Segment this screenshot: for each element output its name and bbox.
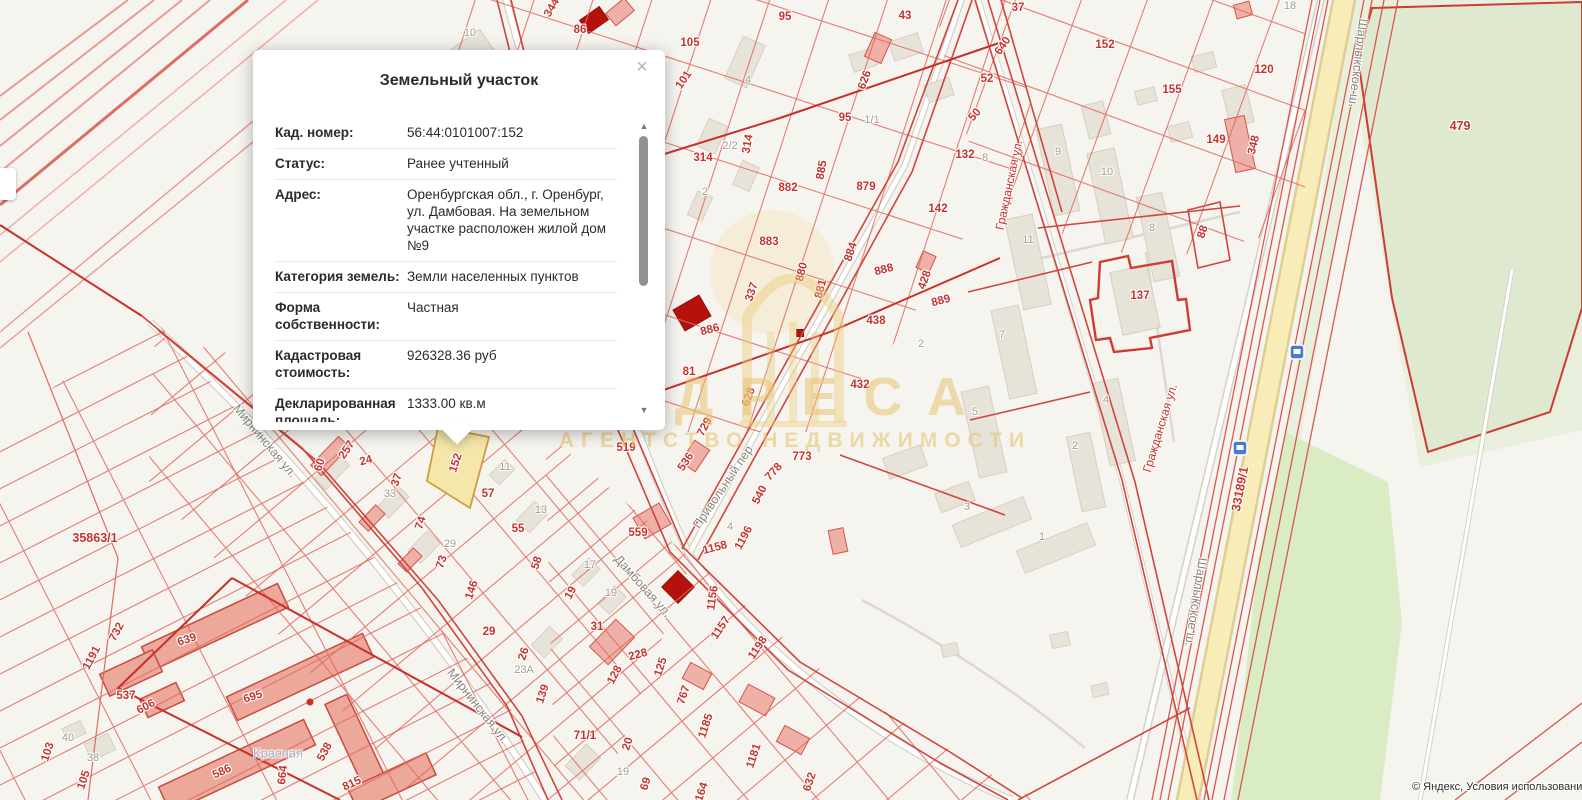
- close-icon[interactable]: ×: [631, 56, 653, 78]
- popup-field-label: Статус:: [275, 155, 403, 172]
- scrollbar-thumb[interactable]: [639, 136, 648, 286]
- popup-fields: Кад. номер:56:44:0101007:152Статус:Ранее…: [275, 118, 617, 422]
- popup-field-value: 56:44:0101007:152: [403, 124, 617, 141]
- scroll-up-arrow-icon[interactable]: ▲: [637, 120, 651, 132]
- copyright-text: © Яндекс,: [1412, 781, 1466, 793]
- popup-field-value: Земли населенных пунктов: [403, 268, 617, 285]
- popup-field-row: Адрес:Оренбургская обл., г. Оренбург, ул…: [275, 180, 617, 262]
- map-control-widget[interactable]: [0, 168, 16, 200]
- bus-stop-icon[interactable]: [1233, 441, 1247, 455]
- parcel-info-popup: Земельный участок × Кад. номер:56:44:010…: [253, 50, 665, 430]
- popup-field-row: Кад. номер:56:44:0101007:152: [275, 118, 617, 149]
- popup-field-value: 1333.00 кв.м: [403, 395, 617, 422]
- popup-field-value: Оренбургская обл., г. Оренбург, ул. Дамб…: [403, 186, 617, 254]
- popup-title: Земельный участок: [253, 72, 665, 90]
- cadastral-map-app: Мирнинская ул.Мирнинская ул.Дамбовая ул.…: [0, 0, 1582, 800]
- watermark-circle: [710, 210, 834, 334]
- scroll-down-arrow-icon[interactable]: ▼: [637, 404, 651, 416]
- popup-field-label: Кад. номер:: [275, 124, 403, 141]
- building: [1091, 682, 1109, 697]
- popup-field-row: Категория земель:Земли населенных пункто…: [275, 262, 617, 293]
- popup-field-row: Статус:Ранее учтенный: [275, 149, 617, 180]
- popup-field-value: Частная: [403, 299, 617, 333]
- popup-field-value: 926328.36 руб: [403, 347, 617, 381]
- popup-field-label: Категория земель:: [275, 268, 403, 285]
- popup-field-label: Декларированная площадь:: [275, 395, 403, 422]
- popup-field-label: Кадастровая стоимость:: [275, 347, 403, 381]
- building: [1050, 631, 1071, 648]
- map-attribution: © Яндекс, Условия использования: [1412, 781, 1582, 793]
- popup-field-label: Адрес:: [275, 186, 403, 254]
- popup-field-row: Кадастровая стоимость:926328.36 руб: [275, 341, 617, 389]
- popup-scrollbar[interactable]: ▲ ▼: [637, 120, 651, 416]
- popup-field-label: Форма собственности:: [275, 299, 403, 333]
- map-canvas[interactable]: [0, 0, 1582, 800]
- popup-field-row: Форма собственности:Частная: [275, 293, 617, 341]
- popup-field-row: Декларированная площадь:1333.00 кв.м: [275, 389, 617, 422]
- bus-stop-icon[interactable]: [1290, 345, 1304, 359]
- terms-link[interactable]: Условия использования: [1466, 781, 1582, 793]
- popup-field-value: Ранее учтенный: [403, 155, 617, 172]
- map-point-marker: [307, 699, 314, 706]
- building: [941, 642, 959, 657]
